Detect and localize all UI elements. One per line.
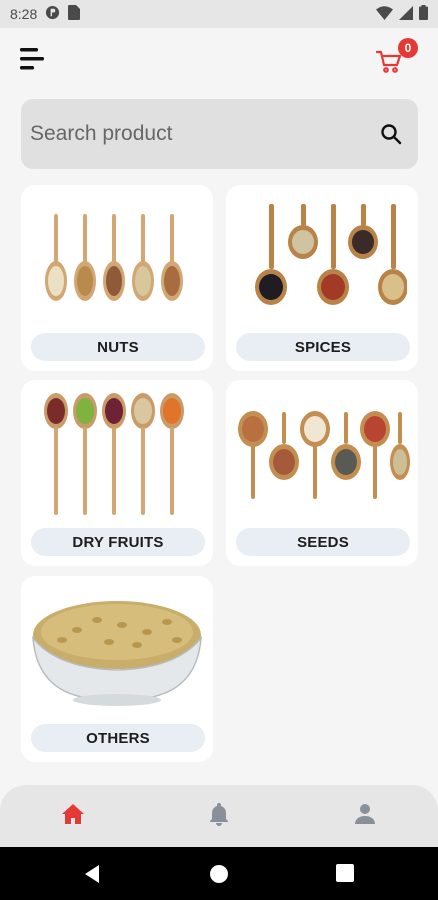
category-label: SEEDS [236, 528, 410, 556]
app-header: 0 [0, 28, 438, 90]
back-icon[interactable] [82, 863, 104, 885]
category-card-others[interactable]: OTHERS [21, 576, 213, 762]
bell-icon [208, 802, 230, 831]
cart-button[interactable]: 0 [374, 38, 418, 79]
wifi-icon [376, 5, 393, 23]
bottom-nav [0, 785, 438, 847]
home-button-icon[interactable] [208, 863, 230, 885]
search-input[interactable] [30, 122, 380, 146]
category-label: DRY FRUITS [31, 528, 205, 556]
signal-icon [399, 5, 413, 23]
search-icon[interactable] [380, 123, 402, 145]
category-label: NUTS [31, 333, 205, 361]
nav-profile[interactable] [352, 803, 378, 829]
seeds-image [226, 380, 418, 528]
nuts-image [21, 185, 213, 333]
others-image [21, 576, 213, 724]
category-card-seeds[interactable]: SEEDS [226, 380, 418, 566]
dry-fruits-image [21, 380, 213, 528]
cart-icon [375, 50, 402, 79]
home-icon [61, 803, 85, 830]
nav-notifications[interactable] [206, 802, 232, 831]
cart-count-badge: 0 [398, 38, 418, 58]
category-label: SPICES [236, 333, 410, 361]
status-time: 8:28 [10, 6, 38, 22]
category-card-spices[interactable]: SPICES [226, 185, 418, 371]
spices-image [226, 185, 418, 333]
category-label: OTHERS [31, 724, 205, 752]
status-bar: 8:28 [0, 0, 438, 28]
menu-icon[interactable] [20, 48, 44, 70]
battery-icon [419, 5, 428, 23]
person-icon [354, 803, 376, 830]
system-nav-bar [0, 847, 438, 900]
category-card-nuts[interactable]: NUTS [21, 185, 213, 371]
app-notification-icon [45, 5, 60, 23]
recents-icon[interactable] [335, 863, 357, 885]
search-bar [21, 99, 418, 169]
sim-card-icon [68, 5, 81, 23]
nav-home[interactable] [60, 803, 86, 829]
category-card-dry-fruits[interactable]: DRY FRUITS [21, 380, 213, 566]
